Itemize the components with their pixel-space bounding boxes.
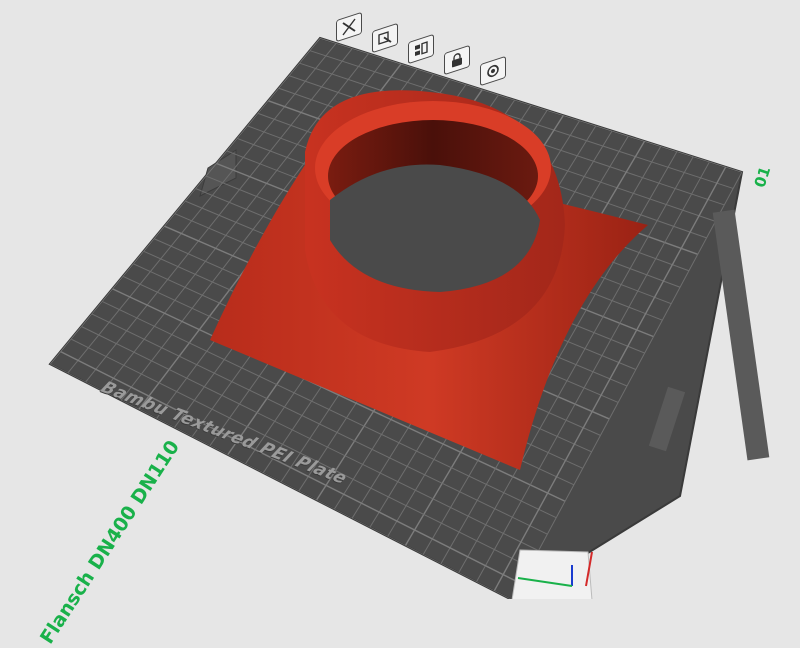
view-cube[interactable] bbox=[511, 549, 593, 599]
